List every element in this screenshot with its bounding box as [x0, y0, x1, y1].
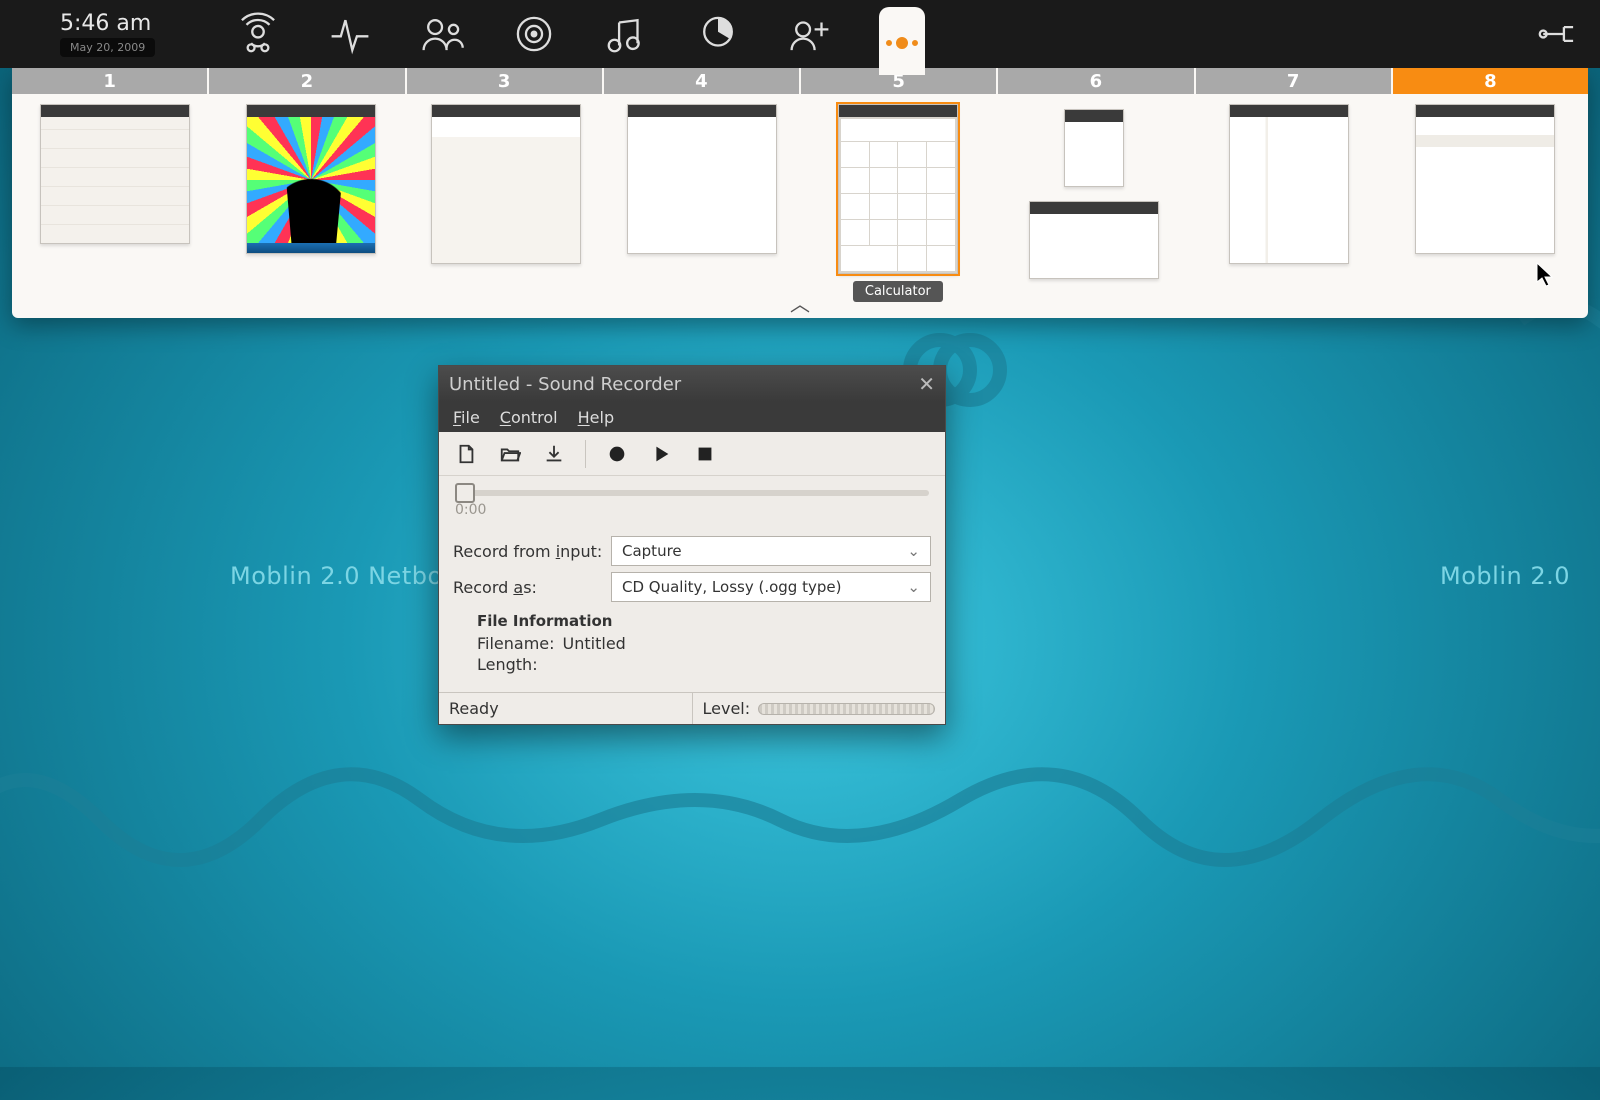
input-select-value: Capture	[622, 542, 682, 560]
music-icon[interactable]	[603, 11, 649, 57]
position-slider[interactable]	[455, 490, 929, 496]
collapse-caret-icon[interactable]: ︿	[12, 288, 1588, 310]
position-time: 0:00	[455, 502, 929, 518]
zones-icon[interactable]	[879, 7, 925, 75]
menu-file[interactable]: File	[453, 408, 480, 427]
chevron-down-icon: ⌄	[907, 578, 920, 596]
save-button[interactable]	[541, 441, 567, 467]
clock-date: May 20, 2009	[60, 38, 155, 57]
new-button[interactable]	[453, 441, 479, 467]
filename-value: Untitled	[563, 634, 626, 653]
open-button[interactable]	[497, 441, 523, 467]
panel-right	[1534, 11, 1580, 57]
level-label: Level:	[703, 699, 751, 718]
chevron-down-icon: ⌄	[907, 542, 920, 560]
status-right: Level:	[693, 693, 946, 724]
zone-cell-2[interactable]	[214, 104, 408, 284]
file-info: File Information Filename: Untitled Leng…	[453, 608, 931, 682]
slider-thumb[interactable]	[455, 483, 475, 503]
record-as-label: Record as:	[453, 578, 603, 597]
menu-help[interactable]: Help	[578, 408, 614, 427]
length-label: Length:	[477, 655, 538, 674]
clock[interactable]: 5:46 am May 20, 2009	[60, 11, 155, 57]
top-panel: 5:46 am May 20, 2009	[0, 0, 1600, 68]
people-icon[interactable]	[419, 11, 465, 57]
power-icon[interactable]	[1534, 11, 1580, 57]
zone-cell-5[interactable]: Calculator	[801, 104, 995, 284]
zone-thumbnails: Calculator	[12, 94, 1588, 288]
position-slider-area: 0:00	[439, 476, 945, 524]
titlebar[interactable]: Untitled - Sound Recorder ✕	[439, 366, 945, 402]
record-button[interactable]	[604, 441, 630, 467]
menubar: File Control Help	[439, 402, 945, 432]
zone-cell-3[interactable]	[410, 104, 604, 284]
zones-glyph	[886, 37, 918, 49]
network-icon[interactable]	[235, 11, 281, 57]
apps-icon[interactable]	[695, 11, 741, 57]
input-select[interactable]: Capture ⌄	[611, 536, 931, 566]
target-icon[interactable]	[511, 11, 557, 57]
level-meter	[758, 703, 935, 715]
zone-cell-7[interactable]	[1193, 104, 1387, 284]
play-button[interactable]	[648, 441, 674, 467]
format-select-value: CD Quality, Lossy (.ogg type)	[622, 578, 841, 596]
statusbar: Ready Level:	[439, 692, 945, 724]
close-icon[interactable]: ✕	[918, 372, 935, 396]
desktop-watermark-left: Moblin 2.0 Netbool	[230, 562, 465, 590]
zone-thumb-tooltip: Calculator	[853, 281, 943, 302]
zone-cell-4[interactable]	[605, 104, 799, 284]
desktop-watermark-right: Moblin 2.0	[1440, 562, 1570, 590]
panel-launcher-icons	[235, 0, 1534, 75]
zone-cell-8[interactable]	[1388, 104, 1582, 284]
activity-icon[interactable]	[327, 11, 373, 57]
form-area: Record from input: Capture ⌄ Record as: …	[439, 524, 945, 692]
zone-cell-6[interactable]	[997, 104, 1191, 284]
sound-recorder-window: Untitled - Sound Recorder ✕ File Control…	[438, 365, 946, 725]
toolbar	[439, 432, 945, 476]
record-from-label: Record from input:	[453, 542, 603, 561]
file-info-header: File Information	[477, 612, 925, 630]
status-left: Ready	[439, 693, 693, 724]
stop-button[interactable]	[692, 441, 718, 467]
clock-time: 5:46 am	[60, 11, 155, 36]
zone-cell-1[interactable]	[18, 104, 212, 284]
zone-tab-1[interactable]: 1	[12, 68, 207, 94]
toolbar-separator	[585, 440, 586, 468]
add-person-icon[interactable]	[787, 11, 833, 57]
window-title: Untitled - Sound Recorder	[449, 374, 918, 395]
mouse-cursor	[1536, 262, 1554, 288]
menu-control[interactable]: Control	[500, 408, 558, 427]
zone-switcher: 1 2 3 4 5 6 7 8	[12, 68, 1588, 318]
filename-label: Filename:	[477, 634, 555, 653]
format-select[interactable]: CD Quality, Lossy (.ogg type) ⌄	[611, 572, 931, 602]
